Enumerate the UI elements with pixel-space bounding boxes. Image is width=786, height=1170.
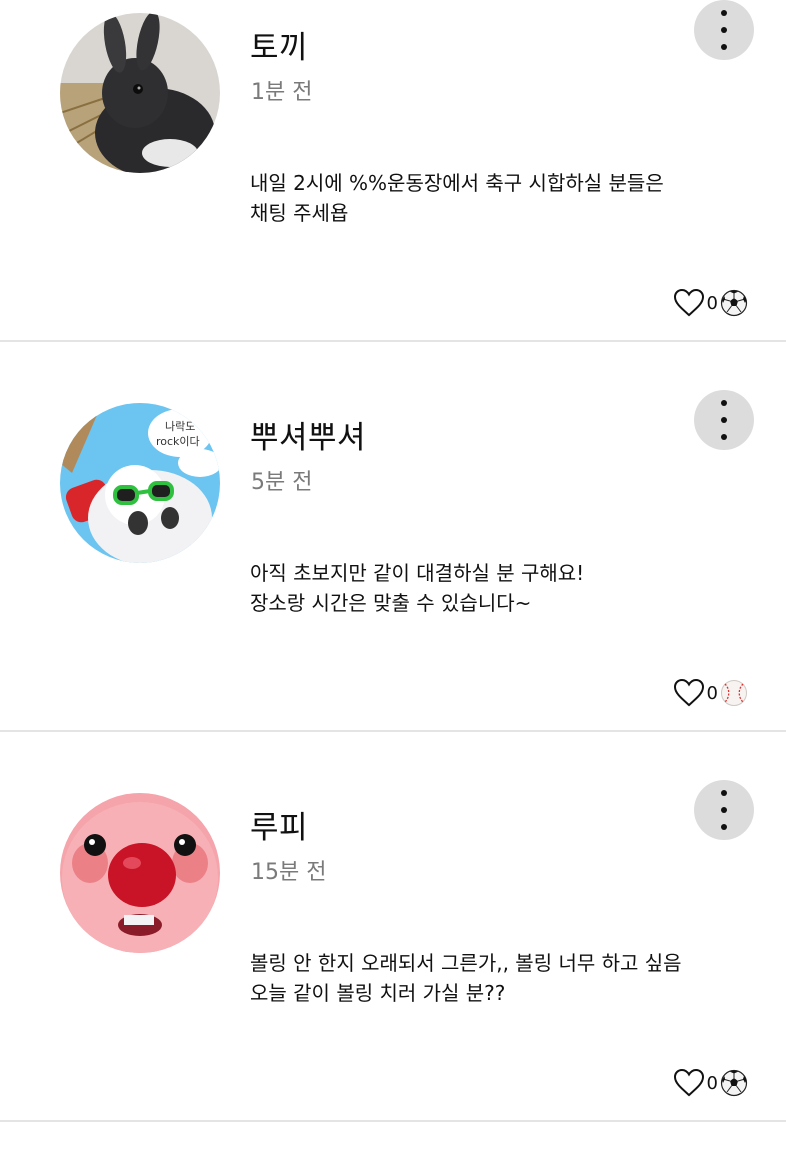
post-card[interactable]: 루피 15분 전 볼링 안 한지 오래되서 그른가,, 볼링 너무 하고 싶음 … xyxy=(0,780,786,1170)
pink-beaver-avatar[interactable] xyxy=(60,793,220,953)
avatar-caption-line-1: 나락도 xyxy=(165,420,195,433)
author-name: 토끼 xyxy=(250,30,309,66)
post-time: 1분 전 xyxy=(251,80,313,105)
cartoon-character-avatar[interactable]: 나락도 rock이다 xyxy=(60,403,220,563)
more-options-button[interactable] xyxy=(694,0,754,60)
like-count: 0 xyxy=(706,292,718,314)
like-count: 0 xyxy=(706,1072,718,1094)
post-card[interactable]: 토끼 1분 전 내일 2시에 %%운동장에서 축구 시합하실 분들은 채팅 주세… xyxy=(0,0,786,390)
post-content: 아직 초보지만 같이 대결하실 분 구해요! 장소랑 시간은 맞출 수 있습니다… xyxy=(250,561,585,615)
soccer-ball-icon xyxy=(720,289,748,317)
author-name: 뿌셔뿌셔 xyxy=(250,420,367,456)
author-name: 루피 xyxy=(250,810,309,846)
more-options-button[interactable] xyxy=(694,390,754,450)
post-footer: 0 xyxy=(673,676,748,710)
post-footer: 0 xyxy=(673,1066,748,1100)
more-options-button[interactable] xyxy=(694,780,754,840)
divider xyxy=(0,340,786,342)
post-content: 볼링 안 한지 오래되서 그른가,, 볼링 너무 하고 싶음 오늘 같이 볼링 … xyxy=(250,951,682,1005)
like-count: 0 xyxy=(706,682,718,704)
heart-icon[interactable] xyxy=(673,288,705,318)
heart-icon[interactable] xyxy=(673,678,705,708)
post-footer: 0 xyxy=(673,286,748,320)
post-content: 내일 2시에 %%운동장에서 축구 시합하실 분들은 채팅 주세욥 xyxy=(250,171,664,225)
heart-icon[interactable] xyxy=(673,1068,705,1098)
divider xyxy=(0,730,786,732)
baseball-icon xyxy=(721,680,747,706)
post-time: 5분 전 xyxy=(251,470,313,495)
post-time: 15분 전 xyxy=(251,860,327,885)
post-card[interactable]: 나락도 rock이다 뿌셔뿌셔 5분 전 아직 초보지만 같이 대결하실 분 구… xyxy=(0,390,786,780)
avatar-caption-line-2: rock이다 xyxy=(156,435,200,448)
rabbit-avatar[interactable] xyxy=(60,13,220,173)
soccer-ball-icon xyxy=(720,1069,748,1097)
